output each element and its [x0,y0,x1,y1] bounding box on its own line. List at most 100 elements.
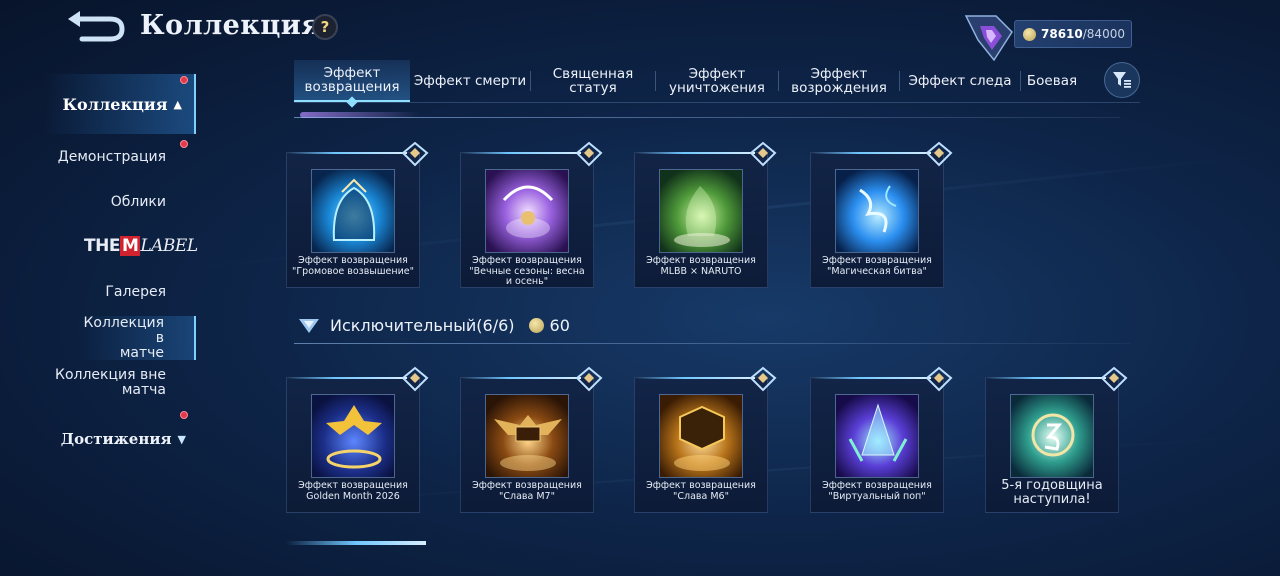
effect-thumbnail [659,394,743,478]
card-accent [811,152,931,154]
tab-label: Эффект [810,66,868,82]
section-divider [294,117,1120,118]
collection-card[interactable]: Эффект возвращения "Громовое возвышение" [286,141,429,288]
tab-label: возвращения [304,79,400,95]
sidebar-item-gallery[interactable]: Галерея [105,285,166,300]
card-title: Эффект возвращения Golden Month 2026 [298,480,408,502]
sidebar-group-label: Достижения [60,430,172,448]
tab-sacred-statue[interactable]: Священная статуя [531,60,655,102]
card-accent [287,377,407,379]
sidebar-item-out-of-match-collection[interactable]: Коллекция вне матча [55,368,166,398]
collection-card[interactable]: Эффект возвращения "Слава М6" [634,366,777,513]
effect-thumbnail [1010,394,1094,478]
help-button[interactable]: ? [312,14,338,40]
tab-battle[interactable]: Боевая [1021,60,1083,102]
effect-thumbnail [835,169,919,253]
tab-return-effect[interactable]: Эффект возвращения [294,60,410,102]
tabs-underline [294,102,1140,103]
next-section-accent [286,541,426,545]
card-accent [461,377,581,379]
sidebar-item-label: матче [119,344,164,361]
tab-label: возрождения [791,80,887,96]
sidebar: Коллекция ▲ Демонстрация Облики THE M LABE… [0,70,198,576]
filter-button[interactable] [1104,62,1140,98]
tab-death-effect[interactable]: Эффект смерти [410,60,530,102]
tab-label: Эффект следа [908,73,1012,89]
notification-dot [180,76,188,84]
card-accent [461,152,581,154]
effect-thumbnail [485,169,569,253]
card-accent [635,377,755,379]
chevron-up-icon: ▲ [173,97,182,111]
collection-card[interactable]: Эффект возвращения "Вечные сезоны: весна … [460,141,603,288]
back-arrow-icon [68,11,125,42]
tab-label: статуя [569,80,617,96]
tab-label: Боевая [1026,73,1078,89]
sidebar-item-skins[interactable]: Облики [111,195,166,210]
card-accent [986,377,1106,379]
tab-label: Эффект [688,66,746,82]
collection-card[interactable]: Эффект возвращения "Магическая битва" [810,141,953,288]
sidebar-group-achievements[interactable]: Достижения ▼ [61,430,186,448]
sidebar-item-label: Коллекция вне [55,367,166,383]
card-title: Эффект возвращения "Слава М6" [646,480,756,502]
sidebar-item-label: Коллекция в [83,314,164,346]
card-accent [287,152,407,154]
card-corner-ornament [925,366,953,392]
points-current: 78610 [1041,27,1083,41]
card-corner-ornament [575,366,603,392]
section-title: Исключительный(6/6) [330,316,515,335]
card-title: 5-я годовщина наступила! [1001,478,1103,507]
collection-card[interactable]: Эффект возвращения Golden Month 2026 [286,366,429,513]
tab-trail-effect[interactable]: Эффект следа [900,60,1020,102]
card-corner-ornament [925,141,953,167]
card-corner-ornament [401,141,429,167]
page-title: Коллекция [140,10,322,41]
effect-thumbnail [835,394,919,478]
rarity-chevron-icon [299,318,319,333]
collection-card[interactable]: 5-я годовщина наступила! [985,366,1128,513]
section-header-exclusive: Исключительный(6/6) 60 [298,316,570,335]
card-corner-ornament [1100,366,1128,392]
section-divider [294,343,1130,344]
card-title: Эффект возвращения MLBB × NARUTO [646,255,756,277]
tab-label: Эффект [323,65,381,81]
card-title: Эффект возвращения "Громовое возвышение" [292,255,414,277]
tab-revival-effect[interactable]: Эффект возрождения [779,60,899,102]
card-title: Эффект возвращения "Слава М7" [472,480,582,502]
points-coin-icon [1023,27,1036,41]
effect-thumbnail [311,169,395,253]
filter-icon [1113,72,1131,88]
notification-dot [180,140,188,148]
points-coin-icon [528,318,544,333]
tab-elimination-effect[interactable]: Эффект уничтожения [656,60,778,102]
tab-label: уничтожения [669,80,765,96]
collection-card[interactable]: Эффект возвращения "Виртуальный поп" [810,366,953,513]
sidebar-item-showcase[interactable]: Демонстрация [58,150,166,165]
card-title: Эффект возвращения "Вечные сезоны: весна … [469,255,585,287]
mlabel-m: M [119,236,141,256]
mlabel-label: LABEL [140,236,198,256]
collection-points: 78610/84000 [1014,20,1132,48]
card-corner-ornament [575,141,603,167]
sidebar-item-the-m-label[interactable]: THE M LABEL [84,236,198,256]
chevron-down-icon: ▼ [177,432,186,446]
card-corner-ornament [749,366,777,392]
card-accent [811,377,931,379]
card-title: Эффект возвращения "Виртуальный поп" [822,480,932,502]
card-title: Эффект возвращения "Магическая битва" [822,255,932,277]
collection-card[interactable]: Эффект возвращения MLBB × NARUTO [634,141,777,288]
sidebar-item-label: матча [121,382,166,398]
collection-card[interactable]: Эффект возвращения "Слава М7" [460,366,603,513]
card-corner-ornament [749,141,777,167]
back-button[interactable] [62,10,128,44]
effect-thumbnail [311,394,395,478]
card-corner-ornament [401,366,429,392]
notification-dot [180,411,188,419]
sidebar-item-in-match-collection[interactable]: Коллекция в матче [78,314,196,361]
sidebar-group-label: Коллекция [62,94,168,114]
sidebar-group-collection[interactable]: Коллекция ▲ [44,74,196,134]
tab-label: Эффект смерти [413,73,527,89]
effect-thumbnail [659,169,743,253]
points-max: 84000 [1086,27,1125,41]
